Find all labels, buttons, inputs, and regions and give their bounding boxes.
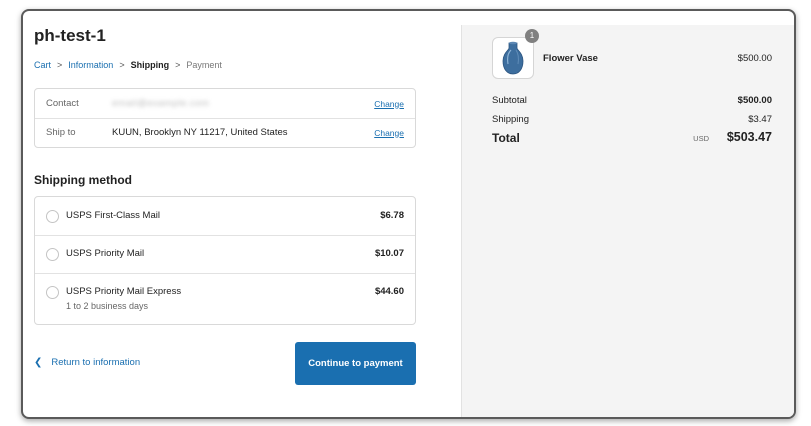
product-thumbnail — [492, 37, 534, 79]
shipping-option-name: USPS Priority Mail — [66, 248, 145, 259]
total-label: Total — [492, 131, 520, 145]
review-row-contact: Contact email@example.com Change — [35, 89, 415, 119]
shipping-option-priority[interactable]: USPS Priority Mail $10.07 — [35, 235, 415, 274]
currency-code: USD — [693, 134, 709, 143]
shipping-option-price: $10.07 — [374, 248, 404, 259]
shipping-option-name: USPS First-Class Mail — [66, 210, 160, 221]
radio-button[interactable] — [46, 286, 59, 299]
checkout-window: ph-test-1 Cart > Information > Shipping … — [21, 9, 796, 419]
contact-label: Contact — [46, 98, 79, 109]
shipping-label: Shipping — [492, 114, 529, 125]
breadcrumb-payment: Payment — [186, 60, 222, 70]
total-value: $503.47 — [726, 130, 772, 144]
return-to-information-link[interactable]: ❮ Return to information — [34, 357, 140, 368]
product-price: $500.00 — [737, 53, 772, 64]
shipping-option-price: $6.78 — [380, 210, 404, 221]
shipping-row: Shipping $3.47 — [492, 114, 772, 125]
contact-value: email@example.com — [112, 98, 210, 109]
shipping-option-name: USPS Priority Mail Express — [66, 286, 182, 297]
breadcrumb-cart[interactable]: Cart — [34, 60, 51, 70]
shipping-option-express[interactable]: USPS Priority Mail Express 1 to 2 busine… — [35, 273, 415, 324]
subtotal-label: Subtotal — [492, 95, 527, 106]
shipping-option-subtext: 1 to 2 business days — [66, 301, 149, 311]
return-link-label: Return to information — [51, 357, 141, 368]
radio-button[interactable] — [46, 248, 59, 261]
review-row-ship-to: Ship to KUUN, Brooklyn NY 11217, United … — [35, 118, 415, 147]
subtotal-row: Subtotal $500.00 — [492, 95, 772, 106]
chevron-right-icon: > — [119, 60, 125, 70]
quantity-badge: 1 — [525, 29, 539, 43]
shipping-value: $3.47 — [748, 114, 772, 125]
vase-image — [502, 41, 524, 75]
breadcrumb-shipping: Shipping — [130, 60, 170, 70]
breadcrumb: Cart > Information > Shipping > Payment — [34, 60, 222, 70]
continue-to-payment-button[interactable]: Continue to payment — [295, 342, 416, 385]
shipping-method-title: Shipping method — [34, 173, 132, 187]
subtotal-value: $500.00 — [737, 95, 772, 106]
breadcrumb-information[interactable]: Information — [68, 60, 113, 70]
checkout-main: ph-test-1 Cart > Information > Shipping … — [23, 11, 461, 417]
shipping-option-price: $44.60 — [374, 286, 404, 297]
store-title: ph-test-1 — [34, 26, 106, 45]
chevron-right-icon: > — [175, 60, 181, 70]
change-contact-link[interactable]: Change — [374, 99, 404, 109]
shipping-option-first-class[interactable]: USPS First-Class Mail $6.78 — [35, 197, 415, 236]
radio-button[interactable] — [46, 210, 59, 223]
ship-to-value: KUUN, Brooklyn NY 11217, United States — [112, 127, 288, 138]
chevron-left-icon: ❮ — [34, 357, 43, 368]
ship-to-label: Ship to — [46, 127, 76, 138]
review-box: Contact email@example.com Change Ship to… — [34, 88, 416, 148]
change-ship-to-link[interactable]: Change — [374, 128, 404, 138]
chevron-right-icon: > — [57, 60, 63, 70]
shipping-method-list: USPS First-Class Mail $6.78 USPS Priorit… — [34, 196, 416, 325]
product-name: Flower Vase — [543, 53, 598, 64]
order-summary: 1 Flower Vase $500.00 Subtotal $500.00 S… — [461, 25, 794, 417]
